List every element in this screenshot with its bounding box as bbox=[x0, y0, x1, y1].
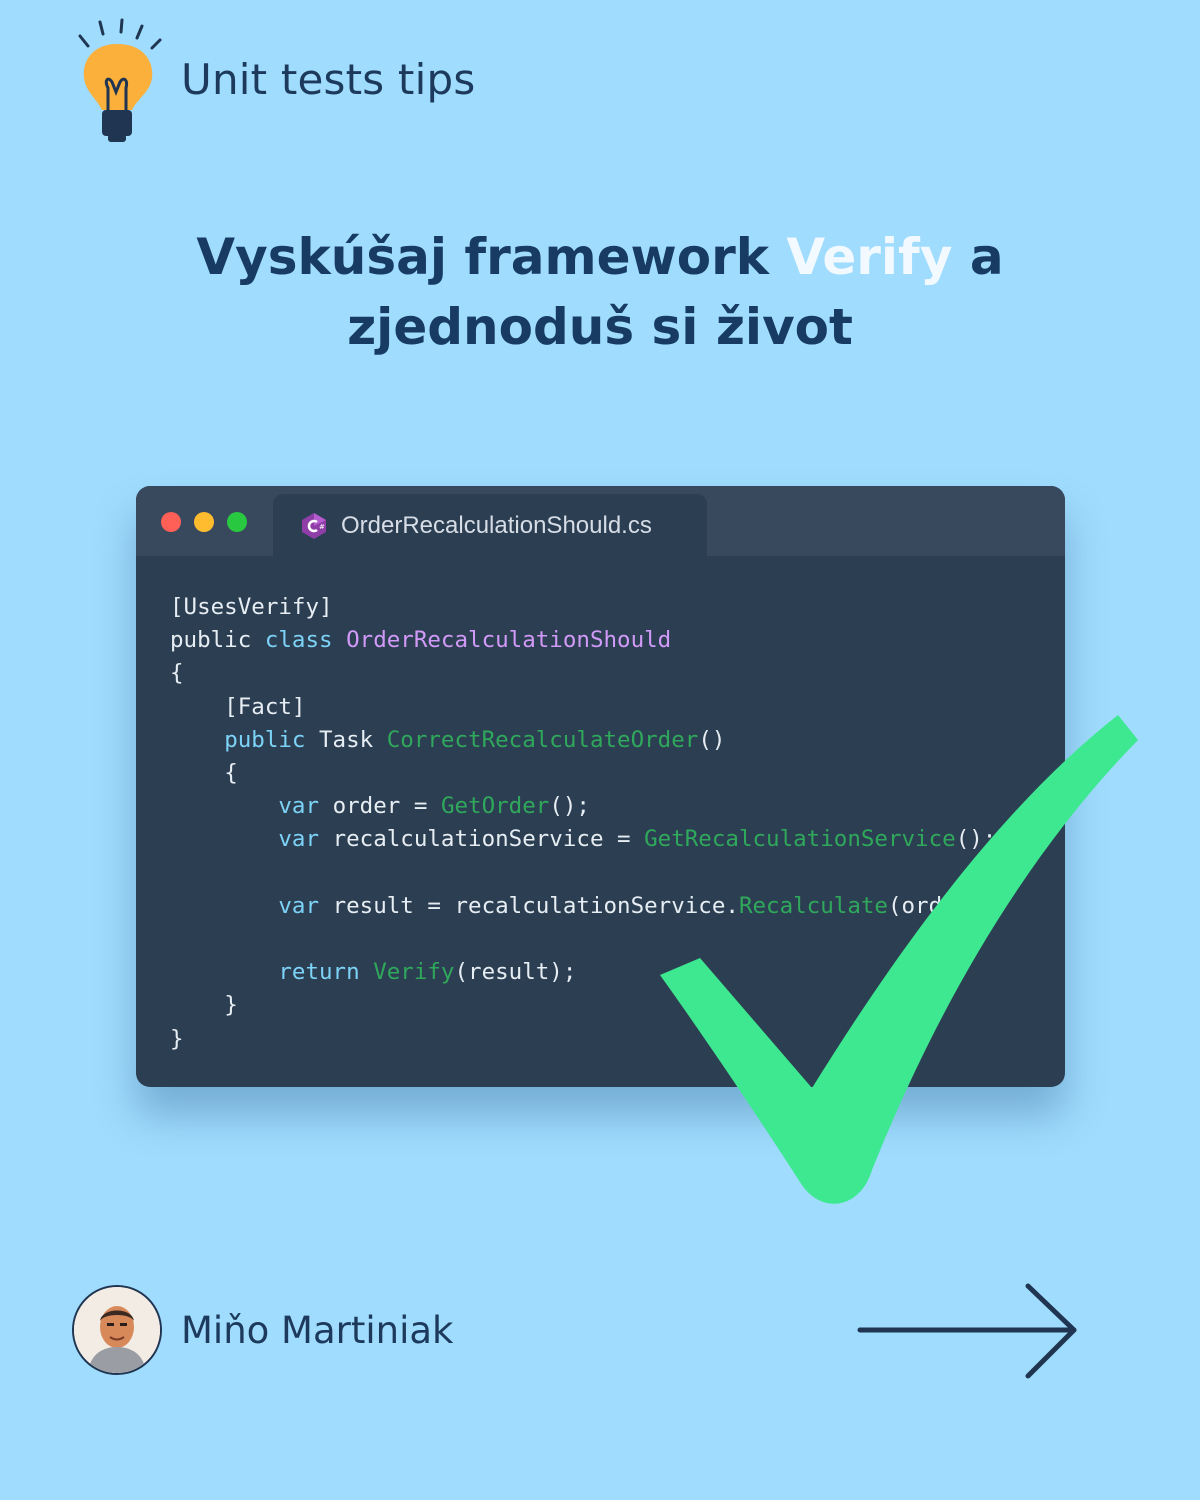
close-dot-icon bbox=[161, 512, 181, 532]
author-name: Miňo Martiniak bbox=[181, 1309, 454, 1352]
code-token: [Fact] bbox=[224, 693, 306, 720]
svg-text:#: # bbox=[319, 523, 325, 531]
code-token: { bbox=[224, 760, 238, 787]
code-token: } bbox=[170, 1025, 184, 1052]
tab-label: OrderRecalculationShould.cs bbox=[341, 512, 652, 539]
code-token: (result); bbox=[454, 959, 577, 986]
file-tab[interactable]: # OrderRecalculationShould.cs bbox=[273, 494, 707, 556]
checkmark-icon bbox=[660, 715, 1138, 1204]
csharp-icon: # bbox=[302, 513, 326, 539]
headline-text-end: a bbox=[952, 228, 1004, 286]
headline: Vyskúšaj framework Verify a zjednoduš si… bbox=[100, 222, 1100, 362]
code-method: Verify bbox=[373, 959, 455, 986]
author bbox=[72, 1285, 162, 1375]
code-token: (); bbox=[549, 793, 590, 820]
series-title: Unit tests tips bbox=[181, 55, 476, 104]
code-keyword: var bbox=[278, 793, 320, 820]
avatar-portrait-icon bbox=[74, 1287, 160, 1373]
maximize-dot-icon bbox=[227, 512, 247, 532]
headline-accent: Verify bbox=[786, 228, 953, 286]
code-token: } bbox=[224, 992, 238, 1019]
minimize-dot-icon bbox=[194, 512, 214, 532]
lightbulb-icon bbox=[78, 18, 162, 142]
code-keyword: var bbox=[278, 826, 320, 853]
code-class-name: OrderRecalculationShould bbox=[346, 627, 672, 654]
avatar bbox=[72, 1285, 162, 1375]
code-keyword: var bbox=[278, 892, 320, 919]
arrow-right-icon[interactable] bbox=[856, 1282, 1086, 1382]
header bbox=[70, 18, 170, 148]
window-titlebar: # OrderRecalculationShould.cs bbox=[136, 486, 1065, 556]
code-token: { bbox=[170, 660, 184, 687]
code-keyword: return bbox=[278, 959, 360, 986]
code-token: recalculationService = bbox=[332, 826, 631, 853]
code-token: order = bbox=[332, 793, 428, 820]
code-token: Task bbox=[319, 726, 374, 753]
code-token: public bbox=[170, 627, 252, 654]
headline-line-1: Vyskúšaj framework Verify a bbox=[100, 222, 1100, 292]
code-token: [UsesVerify] bbox=[170, 594, 333, 620]
headline-text: Vyskúšaj framework bbox=[196, 228, 787, 286]
code-keyword: class bbox=[264, 627, 333, 654]
code-keyword: public bbox=[224, 726, 306, 753]
headline-line-2: zjednoduš si život bbox=[347, 298, 853, 356]
code-method: GetOrder bbox=[440, 793, 550, 820]
